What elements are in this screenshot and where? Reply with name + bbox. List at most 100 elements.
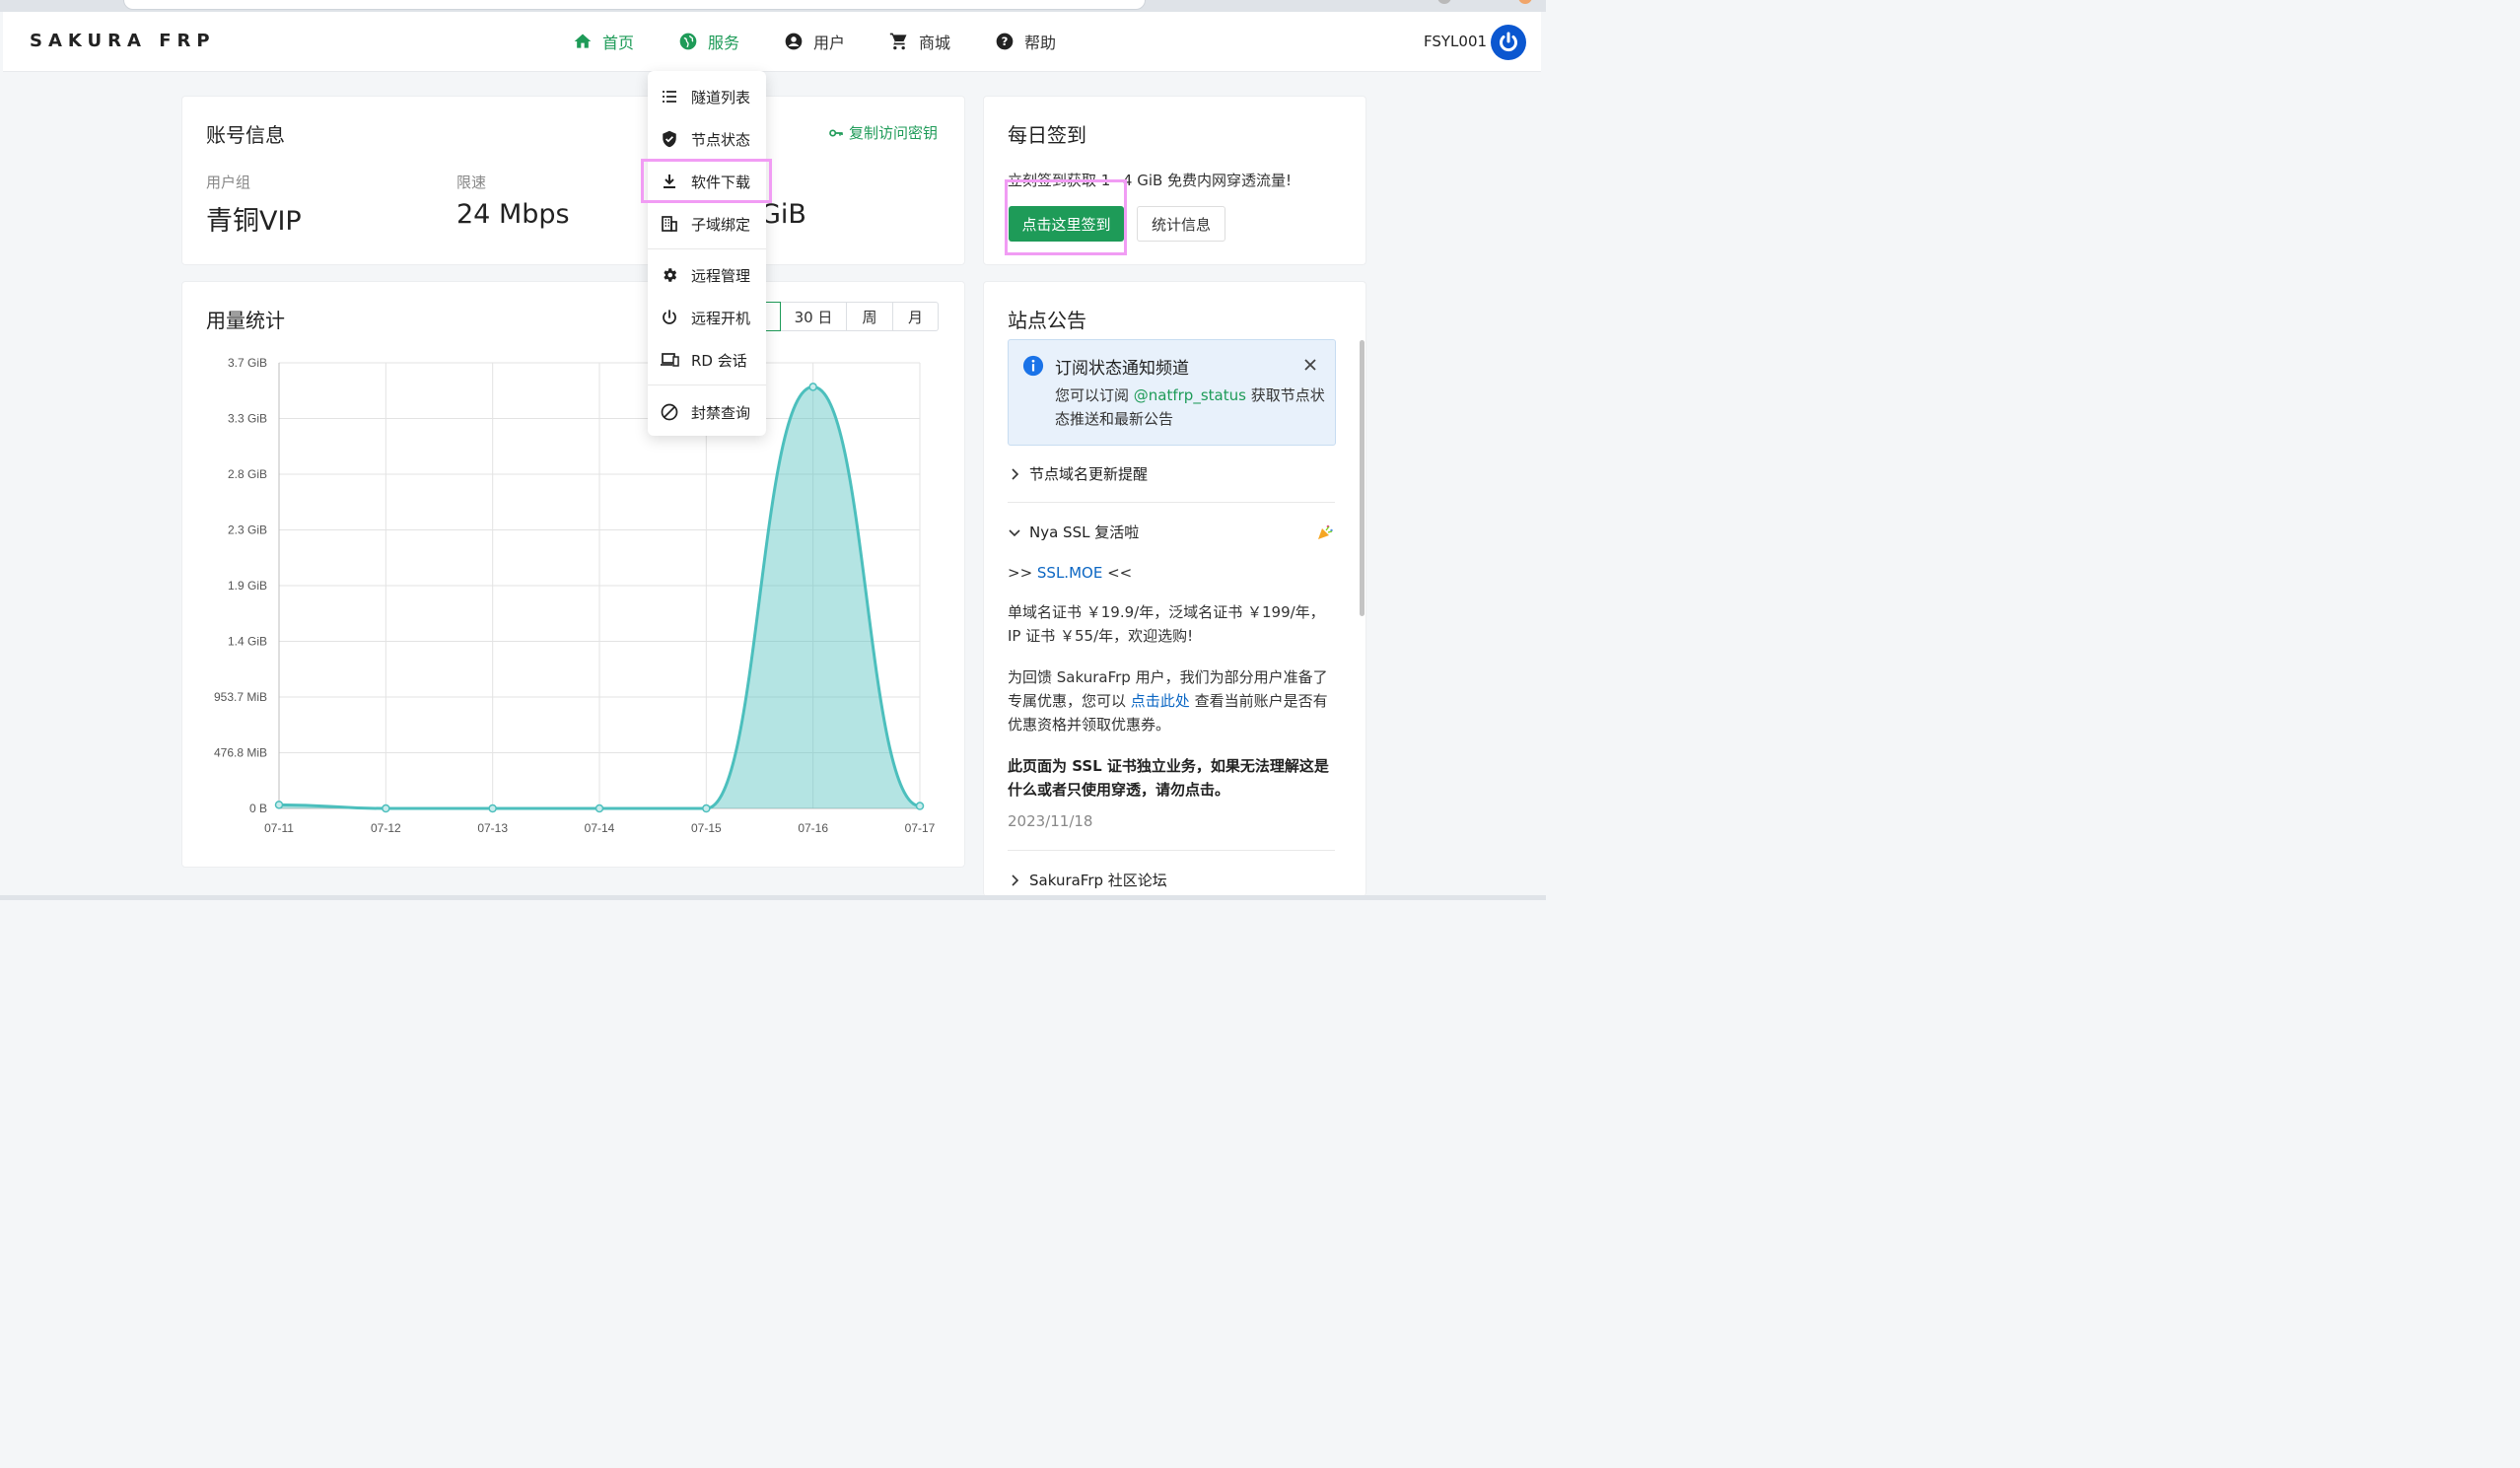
ssl-moe-link[interactable]: SSL.MOE bbox=[1037, 564, 1102, 582]
chevron-down-icon bbox=[1009, 528, 1020, 536]
natfrp-status-link[interactable]: @natfrp_status bbox=[1134, 386, 1246, 404]
menu-item-label: 软件下载 bbox=[691, 173, 751, 191]
party-popper-icon bbox=[1318, 524, 1333, 539]
user-circle-icon bbox=[784, 32, 804, 51]
nav-shop-label: 商城 bbox=[919, 34, 951, 52]
nav-shop[interactable]: 商城 bbox=[889, 30, 950, 53]
data-point bbox=[488, 804, 497, 813]
help-circle-icon: ? bbox=[995, 32, 1015, 51]
nav-services[interactable]: 服务 bbox=[678, 30, 739, 53]
window-bottom-edge bbox=[0, 895, 1546, 900]
y-tick-label: 2.3 GiB bbox=[228, 524, 267, 537]
nav-home-label: 首页 bbox=[602, 34, 635, 52]
data-point bbox=[702, 804, 711, 813]
x-tick-label: 07-17 bbox=[905, 821, 936, 835]
stats-button[interactable]: 统计信息 bbox=[1137, 206, 1225, 242]
ssl-price-paragraph: 单域名证书 ￥19.9/年，泛域名证书 ￥199/年，IP 证书 ￥55/年，欢… bbox=[1008, 603, 1325, 645]
speed-limit-label: 限速 bbox=[456, 174, 487, 191]
x-tick-label: 07-12 bbox=[371, 821, 401, 835]
ssl-moe-post: << bbox=[1102, 564, 1133, 582]
nav-user[interactable]: 用户 bbox=[784, 30, 845, 53]
data-point bbox=[595, 804, 604, 813]
menu-item-rd-session[interactable]: RD 会话 bbox=[648, 340, 766, 380]
y-tick-label: 476.8 MiB bbox=[214, 746, 267, 760]
menu-item-remote-wake[interactable]: 远程开机 bbox=[648, 298, 766, 337]
user-group-label: 用户组 bbox=[206, 174, 251, 191]
menu-item-tunnel-list[interactable]: 隧道列表 bbox=[648, 77, 766, 116]
checkin-description: 立刻签到获取 1~4 GiB 免费内网穿透流量! bbox=[1008, 172, 1293, 189]
accordion-nya-ssl-label: Nya SSL 复活啦 bbox=[1029, 524, 1140, 541]
x-tick-label: 07-16 bbox=[798, 821, 828, 835]
browser-extension-icon[interactable] bbox=[1518, 0, 1532, 4]
menu-item-label: 子域绑定 bbox=[691, 215, 751, 234]
menu-item-software-download[interactable]: 软件下载 bbox=[648, 162, 766, 201]
range-button-week[interactable]: 周 bbox=[847, 302, 893, 331]
y-tick-label: 2.8 GiB bbox=[228, 467, 267, 481]
shield-check-icon bbox=[660, 129, 679, 149]
cart-icon bbox=[889, 32, 909, 51]
nav-home[interactable]: 首页 bbox=[573, 30, 634, 53]
menu-item-node-status[interactable]: 节点状态 bbox=[648, 119, 766, 159]
y-tick-label: 1.4 GiB bbox=[228, 635, 267, 649]
nav-help[interactable]: ? 帮助 bbox=[995, 30, 1056, 53]
copy-access-key-link[interactable]: 复制访问密钥 bbox=[828, 122, 938, 143]
gear-icon bbox=[660, 265, 679, 285]
x-tick-label: 07-14 bbox=[585, 821, 615, 835]
menu-item-ban-query[interactable]: 封禁查询 bbox=[648, 392, 766, 432]
browser-profile-icon[interactable] bbox=[1437, 0, 1451, 4]
announcement-scrollbar[interactable] bbox=[1360, 340, 1365, 616]
nav-user-label: 用户 bbox=[813, 34, 846, 52]
chevron-right-icon bbox=[1012, 467, 1019, 480]
traffic-value: GiB bbox=[760, 199, 806, 230]
discount-link[interactable]: 点击此处 bbox=[1131, 692, 1190, 710]
username[interactable]: FSYL001 bbox=[1424, 33, 1487, 50]
building-icon bbox=[660, 214, 679, 234]
account-title: 账号信息 bbox=[206, 123, 285, 147]
menu-divider bbox=[648, 248, 766, 249]
menu-item-label: RD 会话 bbox=[691, 351, 747, 370]
menu-item-label: 远程管理 bbox=[691, 266, 751, 285]
menu-item-remote-manage[interactable]: 远程管理 bbox=[648, 255, 766, 295]
x-tick-label: 07-13 bbox=[477, 821, 508, 835]
nav-services-label: 服务 bbox=[708, 34, 740, 52]
menu-item-label: 隧道列表 bbox=[691, 88, 751, 106]
data-point bbox=[915, 802, 925, 810]
avatar[interactable] bbox=[1491, 25, 1526, 60]
menu-item-label: 远程开机 bbox=[691, 309, 751, 327]
divider bbox=[1008, 502, 1335, 503]
browser-address-bar[interactable] bbox=[123, 0, 1146, 10]
checkin-button[interactable]: 点击这里签到 bbox=[1009, 206, 1124, 242]
y-tick-label: 3.3 GiB bbox=[228, 412, 267, 426]
discount-paragraph: 为回馈 SakuraFrp 用户，我们为部分用户准备了专属优惠，您可以 点击此处… bbox=[1008, 665, 1335, 736]
info-icon bbox=[1022, 355, 1044, 377]
top-nav-bar: SAKURA FRP 首页 服务 用户 商城 ? 帮助 FSYL001 bbox=[3, 12, 1541, 72]
announcement-title: 站点公告 bbox=[1008, 309, 1086, 332]
close-icon[interactable] bbox=[1303, 358, 1317, 372]
user-group-value: 青铜VIP bbox=[206, 206, 302, 237]
copy-access-key-label: 复制访问密钥 bbox=[849, 124, 939, 142]
range-button-month[interactable]: 月 bbox=[893, 302, 939, 331]
key-icon bbox=[829, 129, 843, 136]
list-icon bbox=[660, 87, 679, 106]
accordion-nya-ssl[interactable]: Nya SSL 复活啦 bbox=[1008, 522, 1139, 542]
menu-divider bbox=[648, 384, 766, 385]
accordion-forum-label: SakuraFrp 社区论坛 bbox=[1029, 872, 1167, 889]
notice-body-pre: 您可以订阅 bbox=[1055, 386, 1134, 404]
power-avatar-icon bbox=[1500, 32, 1517, 52]
accordion-node-domain[interactable]: 节点域名更新提醒 bbox=[1008, 463, 1148, 484]
accordion-node-domain-label: 节点域名更新提醒 bbox=[1029, 465, 1149, 483]
nav-help-label: 帮助 bbox=[1024, 34, 1057, 52]
range-selector: 30 日 周 月 bbox=[765, 302, 939, 331]
accordion-forum[interactable]: SakuraFrp 社区论坛 bbox=[1008, 870, 1167, 890]
range-button-hidden[interactable] bbox=[765, 302, 781, 331]
y-tick-label: 953.7 MiB bbox=[214, 690, 267, 704]
data-point bbox=[382, 804, 390, 813]
x-tick-label: 07-15 bbox=[691, 821, 722, 835]
divider bbox=[1008, 850, 1335, 851]
x-tick-label: 07-11 bbox=[264, 821, 294, 835]
services-dropdown-menu: 隧道列表 节点状态 软件下载 子域绑定 远程管理 远程开机 RD 会话 封禁查询 bbox=[648, 71, 766, 436]
browser-chrome bbox=[0, 0, 1546, 12]
site-logo[interactable]: SAKURA FRP bbox=[30, 31, 216, 51]
range-button-30d[interactable]: 30 日 bbox=[781, 302, 847, 331]
menu-item-subdomain[interactable]: 子域绑定 bbox=[648, 204, 766, 244]
